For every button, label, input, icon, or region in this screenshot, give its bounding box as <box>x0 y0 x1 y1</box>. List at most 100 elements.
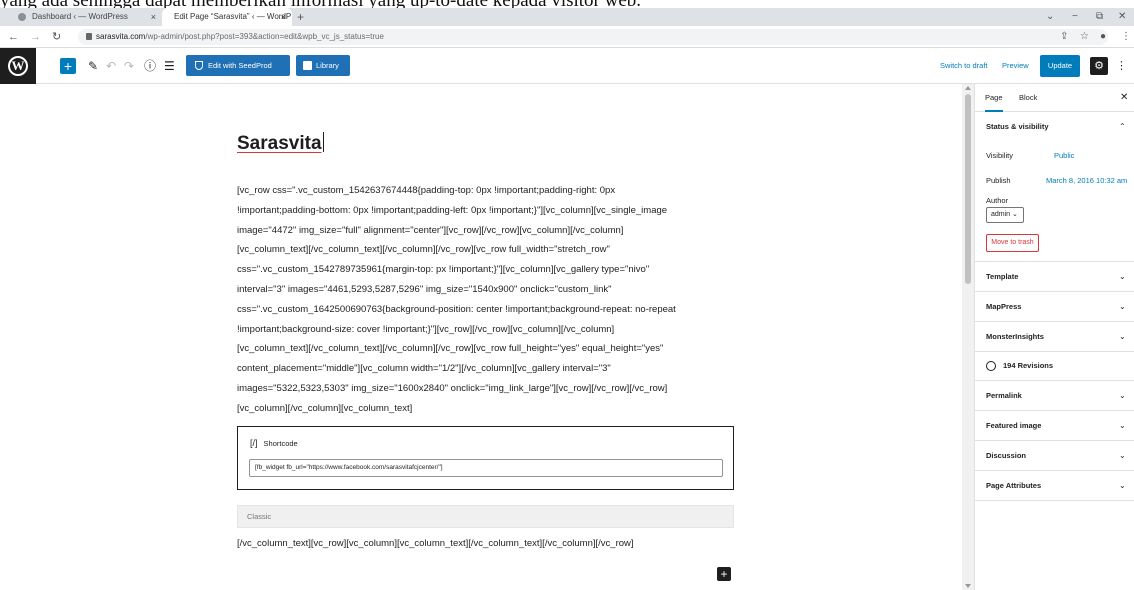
code-line: css=".vc_custom_1542789735961{margin-top… <box>237 264 650 276</box>
publish-label: Publish <box>986 176 1011 185</box>
chevron-down-icon: ⌄ <box>1012 211 1018 218</box>
minimize-icon[interactable]: − <box>1072 8 1078 26</box>
browser-tab-strip: Dashboard ‹ — WordPress × Edit Page “Sar… <box>0 8 1134 26</box>
panel-permalink[interactable]: Permalink ⌄ <box>975 381 1134 411</box>
editor-canvas[interactable]: Sarasvita [vc_row css=".vc_custom_154263… <box>0 84 962 590</box>
tab-title: Edit Page “Sarasvita” ‹ — WordP <box>174 12 292 21</box>
panel-template[interactable]: Template ⌄ <box>975 262 1134 292</box>
bookmark-star-icon[interactable]: ☆ <box>1080 29 1089 45</box>
shortcode-text-block[interactable]: [vc_row css=".vc_custom_1542637674448{pa… <box>237 181 737 419</box>
chevron-down-icon: ⌄ <box>1119 272 1126 281</box>
shortcode-icon: [/] <box>250 438 258 448</box>
code-line: images="5322,5323,5303" img_size="1600x2… <box>237 382 668 394</box>
forward-icon[interactable]: → <box>30 29 41 45</box>
code-line: [vc_column][/vc_column][vc_column_text] <box>237 402 413 414</box>
browser-tab-edit-page[interactable]: Edit Page “Sarasvita” ‹ — WordP × <box>162 8 292 26</box>
chevron-down-icon: ⌄ <box>1119 451 1126 460</box>
code-line: interval="3" images="4461,5293,5287,5296… <box>237 283 612 295</box>
wordpress-logo-icon: W <box>8 56 28 76</box>
maximize-icon[interactable]: ⧉ <box>1096 8 1103 26</box>
code-line: !important;background-size: cover !impor… <box>237 323 615 335</box>
edit-tools-icon[interactable]: ✎ <box>88 57 98 75</box>
redo-icon[interactable]: ↷ <box>124 57 134 75</box>
code-line: [vc_column_text][/vc_column_text][/vc_co… <box>237 244 610 256</box>
chevron-down-icon: ⌄ <box>1119 332 1126 341</box>
code-line: css=".vc_custom_1642500690763{background… <box>237 303 676 315</box>
window-close-icon[interactable]: ✕ <box>1118 8 1126 26</box>
add-block-button[interactable]: + <box>717 567 731 581</box>
scroll-down-icon[interactable] <box>965 584 971 588</box>
wordpress-logo-button[interactable]: W <box>0 48 36 84</box>
url-host: sarasvita.com <box>96 32 146 41</box>
settings-sidebar: Page Block ✕ Status & visibility ⌃ Visib… <box>974 84 1134 590</box>
preview-button[interactable]: Preview <box>1002 58 1029 74</box>
tab-close-icon[interactable]: × <box>281 8 286 26</box>
panel-discussion[interactable]: Discussion ⌄ <box>975 441 1134 471</box>
move-to-trash-button[interactable]: Move to trash <box>986 234 1039 252</box>
reload-icon[interactable]: ↻ <box>52 29 61 45</box>
author-select[interactable]: admin ⌄ <box>986 207 1024 223</box>
close-icon[interactable]: ✕ <box>1120 92 1128 104</box>
tab-title: Dashboard ‹ — WordPress <box>32 12 128 21</box>
classic-block-content[interactable]: [/vc_column_text][vc_row][vc_column][vc_… <box>237 537 634 551</box>
seedprod-icon <box>195 61 203 70</box>
undo-icon[interactable]: ↶ <box>106 57 116 75</box>
address-bar-row: ← → ↻ sarasvita.com/wp-admin/post.php?po… <box>0 26 1134 48</box>
back-icon[interactable]: ← <box>8 29 19 45</box>
tab-close-icon[interactable]: × <box>151 8 156 26</box>
chevron-down-icon: ⌄ <box>1119 391 1126 400</box>
block-inserter-button[interactable]: + <box>60 58 76 74</box>
visibility-label: Visibility <box>986 151 1013 160</box>
chevron-down-icon: ⌄ <box>1119 421 1126 430</box>
tab-block[interactable]: Block <box>1019 84 1037 112</box>
sidebar-tabs: Page Block ✕ <box>975 84 1134 112</box>
shortcode-block[interactable]: [/] Shortcode [fb_widget fb_url="https://… <box>237 426 734 490</box>
code-line: image="4472" img_size="full" alignment="… <box>237 224 624 236</box>
code-line: [vc_column_text][/vc_column_text][/vc_co… <box>237 343 664 355</box>
chevron-up-icon: ⌃ <box>1119 122 1126 131</box>
classic-block-toolbar[interactable]: Classic <box>237 505 734 528</box>
browser-tab-dashboard[interactable]: Dashboard ‹ — WordPress × <box>0 8 162 26</box>
url-field[interactable]: sarasvita.com/wp-admin/post.php?post=393… <box>78 29 1108 45</box>
code-line: !important;padding-bottom: 0px !importan… <box>237 204 668 216</box>
text-caret <box>322 132 324 152</box>
profile-icon[interactable]: ● <box>1100 29 1106 45</box>
url-path: /wp-admin/post.php?post=393&action=edit&… <box>145 32 384 41</box>
scroll-up-icon[interactable] <box>965 86 971 90</box>
library-icon <box>303 61 312 70</box>
details-info-icon[interactable]: ⓘ <box>144 57 156 75</box>
revisions-clock-icon <box>986 361 996 371</box>
shortcode-label: Shortcode <box>263 439 298 448</box>
switch-to-draft-button[interactable]: Switch to draft <box>940 58 988 74</box>
shortcode-input[interactable]: [fb_widget fb_url="https://www.facebook.… <box>249 459 723 477</box>
author-label: Author <box>986 196 1009 205</box>
scrollbar-thumb[interactable] <box>965 94 971 284</box>
panel-page-attributes[interactable]: Page Attributes ⌄ <box>975 471 1134 501</box>
tab-search-icon[interactable]: ⌄ <box>1046 8 1054 26</box>
chevron-down-icon: ⌄ <box>1119 302 1126 311</box>
revisions-link[interactable]: 194 Revisions <box>975 351 1134 381</box>
library-button[interactable]: Library <box>296 55 350 76</box>
chevron-down-icon: ⌄ <box>1119 481 1126 490</box>
new-tab-button[interactable]: + <box>297 8 304 26</box>
code-line: [vc_row css=".vc_custom_1542637674448{pa… <box>237 185 616 196</box>
panel-monsterinsights[interactable]: MonsterInsights ⌄ <box>975 322 1134 352</box>
wordpress-favicon-icon <box>18 13 26 21</box>
editor-scrollbar[interactable] <box>962 84 974 590</box>
lock-icon <box>86 33 92 40</box>
options-menu-icon[interactable]: ⋮ <box>1116 58 1127 74</box>
settings-gear-icon[interactable]: ⚙ <box>1090 57 1108 75</box>
code-line: content_placement="middle"][vc_column wi… <box>237 363 611 375</box>
list-view-icon[interactable]: ☰ <box>164 57 175 75</box>
panel-mappress[interactable]: MapPress ⌄ <box>975 292 1134 322</box>
panel-featured-image[interactable]: Featured image ⌄ <box>975 411 1134 441</box>
browser-menu-icon[interactable]: ⋮ <box>1121 29 1131 45</box>
post-title[interactable]: Sarasvita <box>237 132 324 155</box>
tab-page[interactable]: Page <box>985 84 1003 112</box>
panel-status-visibility[interactable]: Status & visibility ⌃ <box>975 112 1134 142</box>
share-icon[interactable]: ⇪ <box>1060 29 1068 45</box>
publish-date[interactable]: March 8, 2016 10:32 am <box>1046 175 1127 187</box>
edit-with-seedprod-button[interactable]: Edit with SeedProd <box>186 55 290 76</box>
update-button[interactable]: Update <box>1040 55 1080 77</box>
visibility-value[interactable]: Public <box>1054 150 1074 162</box>
